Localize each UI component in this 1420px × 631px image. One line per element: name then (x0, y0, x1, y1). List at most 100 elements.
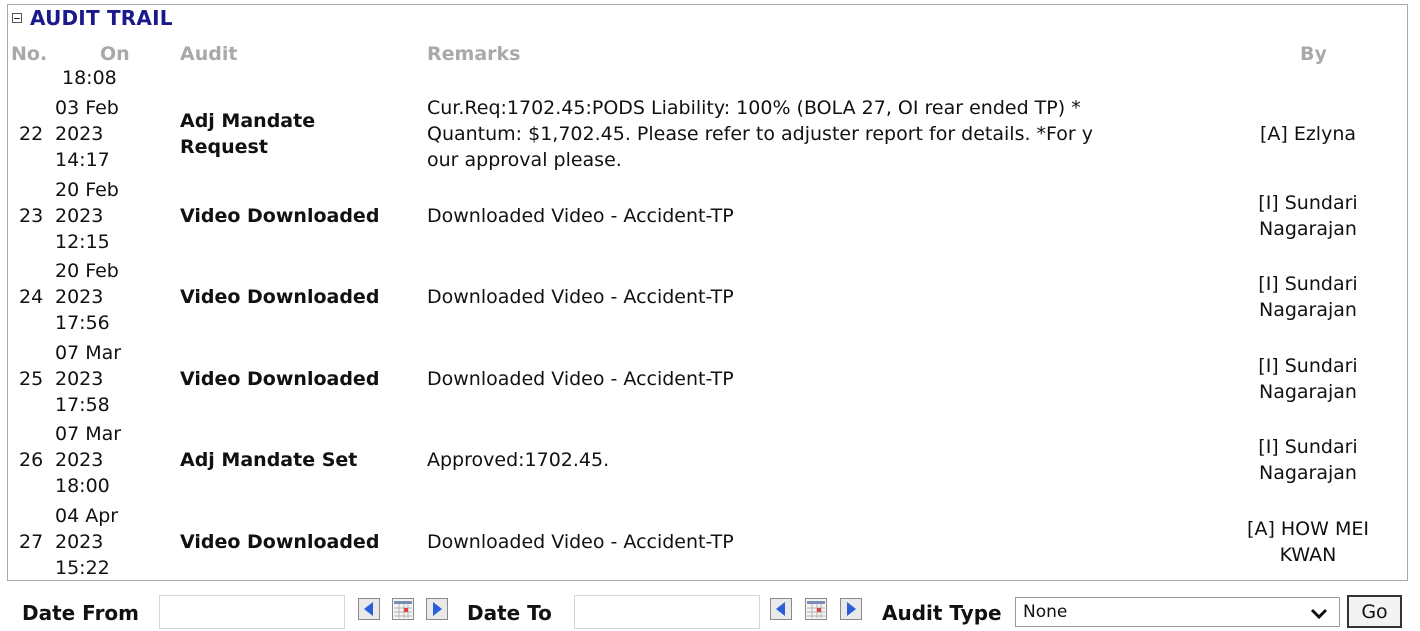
row-date-time: 12:15 (55, 231, 110, 253)
row-date: 20 Feb 2023 12:15 (55, 177, 130, 255)
row-number: 25 (19, 368, 44, 390)
row-by-line: [A] Ezlyna (1259, 123, 1357, 145)
col-header-audit: Audit (180, 43, 238, 65)
prev-arrow-icon[interactable] (358, 598, 380, 620)
row-by: [I] Sundari Nagarajan (1223, 190, 1393, 242)
row-date-year: 2023 (55, 286, 104, 308)
audit-type-label: Audit Type (882, 601, 1002, 625)
row-remarks-line: Approved:1702.45. (427, 449, 610, 471)
row-remarks-line: Downloaded Video - Accident-TP (427, 286, 734, 308)
col-header-on: On (100, 43, 130, 65)
row-by-line: [I] Sundari (1258, 273, 1358, 295)
row-date-year: 2023 (55, 531, 104, 553)
row-date-time: 18:00 (55, 475, 110, 497)
date-to-input[interactable] (574, 595, 760, 629)
row-date: 07 Mar 2023 18:00 (55, 421, 130, 499)
row-by-line: [I] Sundari (1258, 355, 1358, 377)
next-arrow-icon[interactable] (840, 598, 862, 620)
table-row: 27 04 Apr 2023 15:22 Video Downloaded Downloa… (8, 502, 1407, 580)
row-by-line: KWAN (1279, 544, 1337, 566)
row-by-line: Nagarajan (1259, 299, 1357, 321)
date-from-input[interactable] (159, 595, 345, 629)
row-remarks-line: Cur.Req:1702.45:PODS Liability: 100% (BO… (427, 97, 1081, 119)
date-from-label: Date From (22, 601, 140, 625)
table-row: 23 20 Feb 2023 12:15 Video Downloaded Downloa… (8, 176, 1407, 257)
table-row: 24 20 Feb 2023 17:56 Video Downloaded Downloa… (8, 257, 1407, 338)
row-by: [A] HOW MEI KWAN (1223, 516, 1393, 568)
row-audit-line: Video Downloaded (180, 205, 380, 227)
row-by-line: [I] Sundari (1258, 436, 1358, 458)
row-by-line: Nagarajan (1259, 218, 1357, 240)
panel-title: AUDIT TRAIL (30, 6, 173, 30)
table-row: 22 03 Feb 2023 14:17 Adj Mandate Request Cur.R… (8, 94, 1407, 175)
row-date-year: 2023 (55, 205, 104, 227)
row-date: 20 Feb 2023 17:56 (55, 258, 130, 336)
audit-type-select[interactable]: None (1015, 597, 1340, 627)
filter-bar: Date From Date To Audit Type None Go (0, 594, 1420, 631)
row-date: 07 Mar 2023 17:58 (55, 340, 130, 418)
row-date-time: 14:17 (55, 149, 110, 171)
row-remarks-line: our approval please. (427, 149, 622, 171)
calendar-icon[interactable] (392, 598, 414, 620)
row-audit-type: Video Downloaded (180, 529, 379, 555)
table-row: 25 07 Mar 2023 17:58 Video Downloaded Downloa… (8, 339, 1407, 420)
row-date-year: 2023 (55, 123, 104, 145)
row-audit-line: Adj Mandate (180, 110, 316, 132)
table-row: 26 07 Mar 2023 18:00 Adj Mandate Set Approved… (8, 420, 1407, 501)
row-audit-type: Video Downloaded (180, 366, 379, 392)
row-by: [A] Ezlyna (1223, 121, 1393, 147)
row-audit-line: Video Downloaded (180, 368, 380, 390)
prev-arrow-icon[interactable] (770, 598, 792, 620)
row-date-time: 17:58 (55, 394, 110, 416)
row-by: [I] Sundari Nagarajan (1223, 271, 1393, 323)
row-date-day: 20 Feb (55, 260, 119, 282)
panel-header: AUDIT TRAIL (8, 5, 173, 31)
row-by-line: [I] Sundari (1258, 192, 1358, 214)
audit-trail-panel: AUDIT TRAIL No. On Audit Remarks By 18:0… (7, 4, 1408, 581)
row-remarks-line: Quantum: $1,702.45. Please refer to adju… (427, 123, 1094, 145)
row-number: 26 (19, 449, 44, 471)
row-audit-line: Request (180, 136, 268, 158)
row-date-time: 15:22 (55, 557, 110, 579)
col-header-no: No. (11, 43, 48, 65)
row-remarks-line: Downloaded Video - Accident-TP (427, 205, 734, 227)
row-remarks: Downloaded Video - Accident-TP (427, 366, 1219, 392)
row-date-day: 03 Feb (55, 97, 119, 119)
row-by-line: Nagarajan (1259, 462, 1357, 484)
row-by-line: Nagarajan (1259, 381, 1357, 403)
row-remarks: Downloaded Video - Accident-TP (427, 284, 1219, 310)
row-number: 23 (19, 205, 44, 227)
row-remarks-line: Downloaded Video - Accident-TP (427, 368, 734, 390)
col-header-remarks: Remarks (427, 43, 521, 65)
row-number: 22 (19, 123, 44, 145)
row-date-day: 04 Apr (55, 505, 119, 527)
row-date-year: 2023 (55, 449, 104, 471)
row-remarks: Downloaded Video - Accident-TP (427, 203, 1219, 229)
row-date-day: 20 Feb (55, 179, 119, 201)
row-remarks-line: Downloaded Video - Accident-TP (427, 531, 734, 553)
calendar-icon[interactable] (805, 598, 827, 620)
next-arrow-icon[interactable] (426, 598, 448, 620)
row-by-line: [A] HOW MEI (1247, 518, 1369, 540)
row-remarks: Downloaded Video - Accident-TP (427, 529, 1219, 555)
row-number: 24 (19, 286, 44, 308)
row-by: [I] Sundari Nagarajan (1223, 434, 1393, 486)
row-audit-type: Video Downloaded (180, 203, 379, 229)
date-to-label: Date To (467, 601, 552, 625)
go-button[interactable]: Go (1347, 595, 1402, 628)
row-audit-type: Adj Mandate Set (180, 447, 357, 473)
row-number: 27 (19, 531, 44, 553)
row-audit-line: Video Downloaded (180, 531, 380, 553)
collapse-icon[interactable] (12, 13, 22, 23)
row-remarks: Approved:1702.45. (427, 447, 1219, 473)
row-date: 04 Apr 2023 15:22 (55, 503, 130, 580)
row-audit-type: Adj Mandate Request (180, 108, 315, 160)
partial-row-time: 18:08 (62, 67, 117, 89)
col-header-by: By (1300, 43, 1327, 65)
row-date-day: 07 Mar (55, 423, 122, 445)
row-audit-line: Adj Mandate Set (180, 449, 358, 471)
chevron-down-icon (1310, 608, 1328, 620)
row-audit-type: Video Downloaded (180, 284, 379, 310)
row-date-day: 07 Mar (55, 342, 122, 364)
row-date-time: 17:56 (55, 312, 110, 334)
